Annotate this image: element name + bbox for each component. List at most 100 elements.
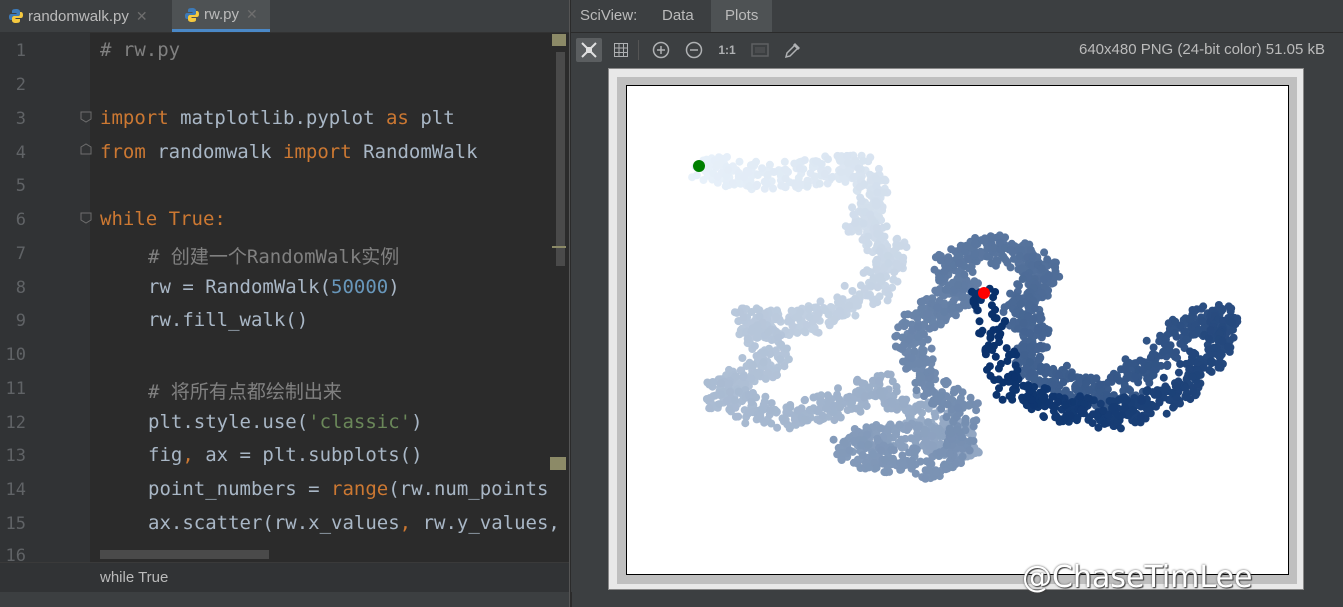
walk-point — [773, 423, 782, 432]
walk-point — [1155, 397, 1164, 406]
code-line-15[interactable]: ax.scatter(rw.x_values, rw.y_values, — [148, 512, 560, 534]
walk-point — [740, 173, 748, 181]
walk-point — [1030, 303, 1039, 312]
actual-size-icon[interactable]: 1:1 — [714, 38, 740, 62]
horizontal-scrollbar[interactable] — [100, 550, 269, 559]
walk-point — [925, 465, 933, 474]
walk-point — [747, 398, 756, 406]
zoom-in-icon[interactable] — [648, 38, 674, 62]
walk-point — [773, 371, 781, 380]
walk-point — [1188, 373, 1197, 381]
walk-point — [999, 252, 1008, 261]
walk-point — [949, 388, 958, 397]
walk-point — [1197, 304, 1206, 313]
code-line-12[interactable]: plt.style.use('classic') — [148, 411, 423, 433]
walk-point — [1167, 388, 1176, 397]
walk-point — [1073, 414, 1082, 422]
walk-point — [792, 313, 801, 322]
error-stripe-marker[interactable] — [550, 457, 566, 470]
walk-point — [1159, 347, 1168, 356]
walk-point — [844, 227, 853, 236]
walk-point — [991, 352, 1000, 361]
walk-point — [927, 344, 936, 353]
walk-point — [800, 415, 809, 424]
code-line-14[interactable]: point_numbers = range(rw.num_points — [148, 478, 548, 500]
walk-point — [717, 379, 725, 388]
walk-point — [969, 437, 978, 445]
code-text: fig — [148, 444, 183, 466]
walk-point — [692, 171, 701, 180]
walk-point — [880, 468, 889, 477]
comma: , — [399, 512, 412, 534]
walk-point — [953, 403, 962, 412]
tab-data[interactable]: Data — [648, 0, 708, 32]
code-line-9[interactable]: rw.fill_walk() — [148, 309, 308, 331]
walk-point — [907, 434, 916, 443]
walk-point — [881, 455, 890, 464]
tab-plots[interactable]: Plots — [711, 0, 773, 32]
fold-end-marker-icon[interactable] — [80, 143, 92, 155]
error-stripe-marker[interactable] — [552, 34, 566, 46]
line-number: 6 — [15, 210, 26, 230]
walk-point — [1113, 418, 1121, 427]
walk-point — [757, 405, 766, 414]
walk-point — [1188, 349, 1197, 358]
line-number: 1 — [15, 41, 26, 61]
walk-point — [859, 219, 868, 228]
error-stripe-marker[interactable] — [552, 246, 566, 248]
walk-point — [725, 405, 734, 414]
walk-point — [947, 245, 956, 254]
code-line-7[interactable]: # 创建一个RandomWalk实例 — [148, 242, 399, 269]
fold-marker-icon[interactable] — [80, 212, 92, 224]
walk-point — [993, 325, 1002, 334]
walk-point — [984, 341, 993, 350]
walk-point — [741, 419, 750, 428]
code-line-11[interactable]: # 将所有点都绘制出来 — [148, 377, 342, 404]
walk-point — [889, 446, 898, 455]
code-line-8[interactable]: rw = RandomWalk(50000) — [148, 276, 400, 298]
fit-icon[interactable] — [576, 38, 602, 62]
line-number: 3 — [15, 109, 26, 129]
grid-icon[interactable] — [608, 38, 634, 62]
keyword: True — [157, 208, 215, 230]
breadcrumb-item[interactable]: while True — [100, 569, 168, 586]
walk-point — [864, 232, 873, 241]
walk-point — [1131, 372, 1140, 381]
walk-point — [920, 392, 929, 401]
walk-point — [969, 298, 978, 307]
walk-point — [931, 412, 940, 421]
line-number: 2 — [15, 75, 26, 95]
walk-point — [1114, 396, 1123, 404]
walk-point — [940, 460, 949, 469]
code-line-3[interactable]: import matplotlib.pyplot as plt — [100, 107, 455, 129]
walk-point — [1163, 362, 1172, 370]
tab-randomwalk-py[interactable]: randomwalk.py ✕ — [8, 0, 168, 32]
code-line-4[interactable]: from randomwalk import RandomWalk — [100, 141, 478, 163]
code-line-1[interactable]: # rw.py — [100, 39, 180, 61]
walk-point — [913, 405, 922, 414]
walk-point — [1185, 314, 1194, 323]
close-icon[interactable]: ✕ — [246, 6, 258, 23]
walk-point — [908, 462, 917, 471]
walk-point — [1051, 403, 1059, 412]
walk-point — [1020, 350, 1029, 359]
fold-marker-icon[interactable] — [80, 111, 92, 123]
walk-point — [1006, 289, 1015, 298]
walk-point — [877, 446, 886, 455]
walk-point — [800, 156, 809, 165]
zoom-out-icon[interactable] — [681, 38, 707, 62]
walk-point — [930, 265, 939, 274]
close-icon[interactable]: ✕ — [136, 8, 148, 25]
code-line-13[interactable]: fig, ax = plt.subplots() — [148, 444, 423, 466]
background-icon[interactable] — [747, 38, 773, 62]
walk-point — [1049, 380, 1058, 389]
walk-point — [1000, 317, 1009, 326]
walk-point — [857, 196, 866, 205]
walk-point — [824, 155, 832, 164]
code-text: ax = plt.subplots() — [193, 444, 423, 466]
code-line-6[interactable]: while True: — [100, 208, 226, 230]
color-picker-icon[interactable] — [780, 38, 806, 62]
vertical-scrollbar[interactable] — [556, 52, 565, 266]
random-walk-scatter — [688, 151, 1242, 483]
tab-rw-py[interactable]: rw.py ✕ — [172, 0, 270, 32]
